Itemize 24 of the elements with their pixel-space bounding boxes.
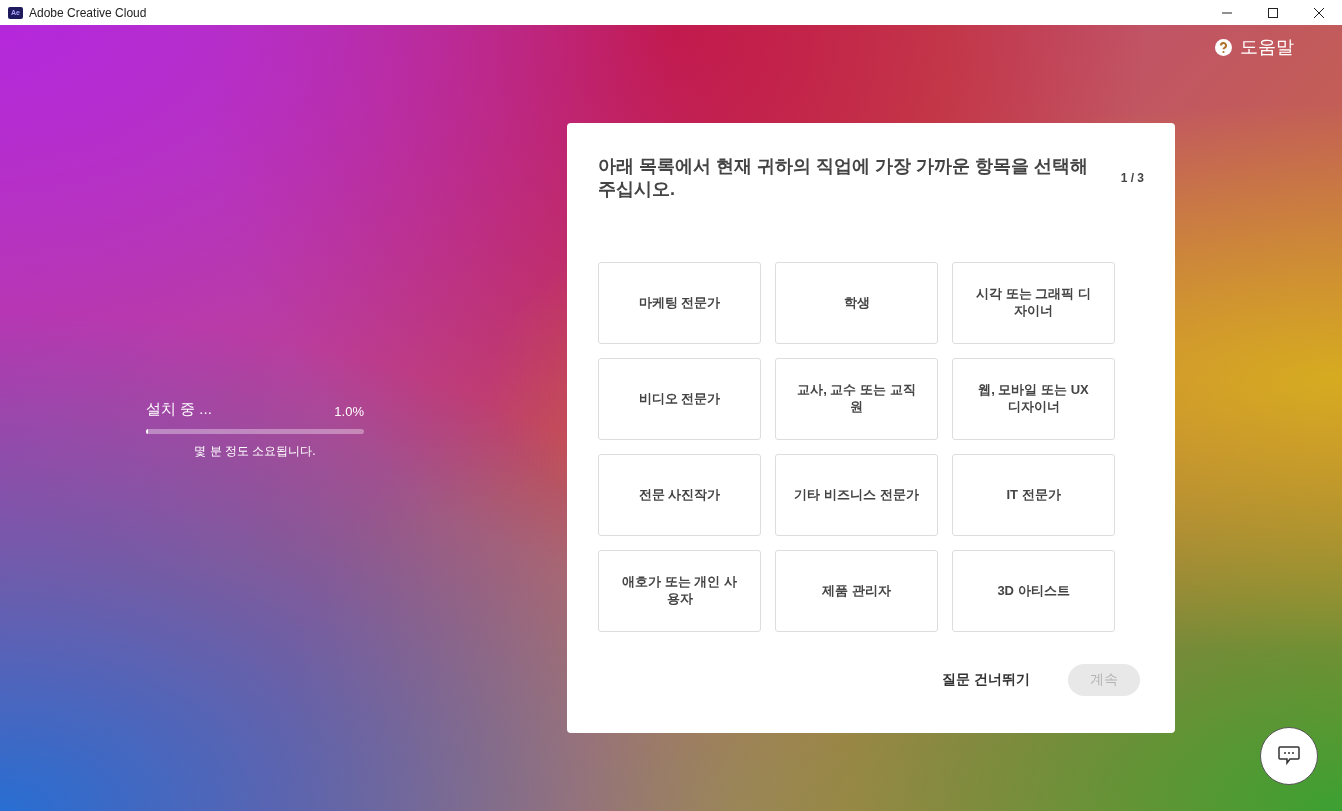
install-note: 몇 분 정도 소요됩니다.	[193, 443, 317, 460]
occupation-option[interactable]: 웹, 모바일 또는 UX 디자이너	[952, 358, 1115, 440]
install-status: 설치 중 ...	[146, 400, 212, 419]
occupation-option[interactable]: 제품 관리자	[775, 550, 938, 632]
help-link[interactable]: 도움말	[1215, 35, 1294, 59]
step-counter: 1 / 3	[1120, 170, 1144, 185]
occupation-option[interactable]: 시각 또는 그래픽 디자이너	[952, 262, 1115, 344]
skip-button[interactable]: 질문 건너뛰기	[936, 670, 1036, 690]
help-icon	[1215, 38, 1232, 56]
occupation-option[interactable]: 애호가 또는 개인 사용자	[598, 550, 761, 632]
occupation-option[interactable]: 기타 비즈니스 전문가	[775, 454, 938, 536]
maximize-icon	[1267, 6, 1279, 19]
occupation-option[interactable]: IT 전문가	[952, 454, 1115, 536]
occupation-option[interactable]: 비디오 전문가	[598, 358, 761, 440]
occupation-option[interactable]: 교사, 교수 또는 교직원	[775, 358, 938, 440]
occupation-option[interactable]: 3D 아티스트	[952, 550, 1115, 632]
occupation-option[interactable]: 마케팅 전문가	[598, 262, 761, 344]
window-title: Adobe Creative Cloud	[29, 5, 148, 20]
occupation-option[interactable]: 학생	[775, 262, 938, 344]
survey-question: 아래 목록에서 현재 귀하의 직업에 가장 가까운 항목을 선택해 주십시오.	[598, 155, 1089, 200]
occupation-option[interactable]: 전문 사진작가	[598, 454, 761, 536]
close-icon	[1313, 6, 1325, 19]
install-percent: 1.0%	[334, 404, 364, 419]
speech-bubble-icon	[1278, 746, 1300, 766]
